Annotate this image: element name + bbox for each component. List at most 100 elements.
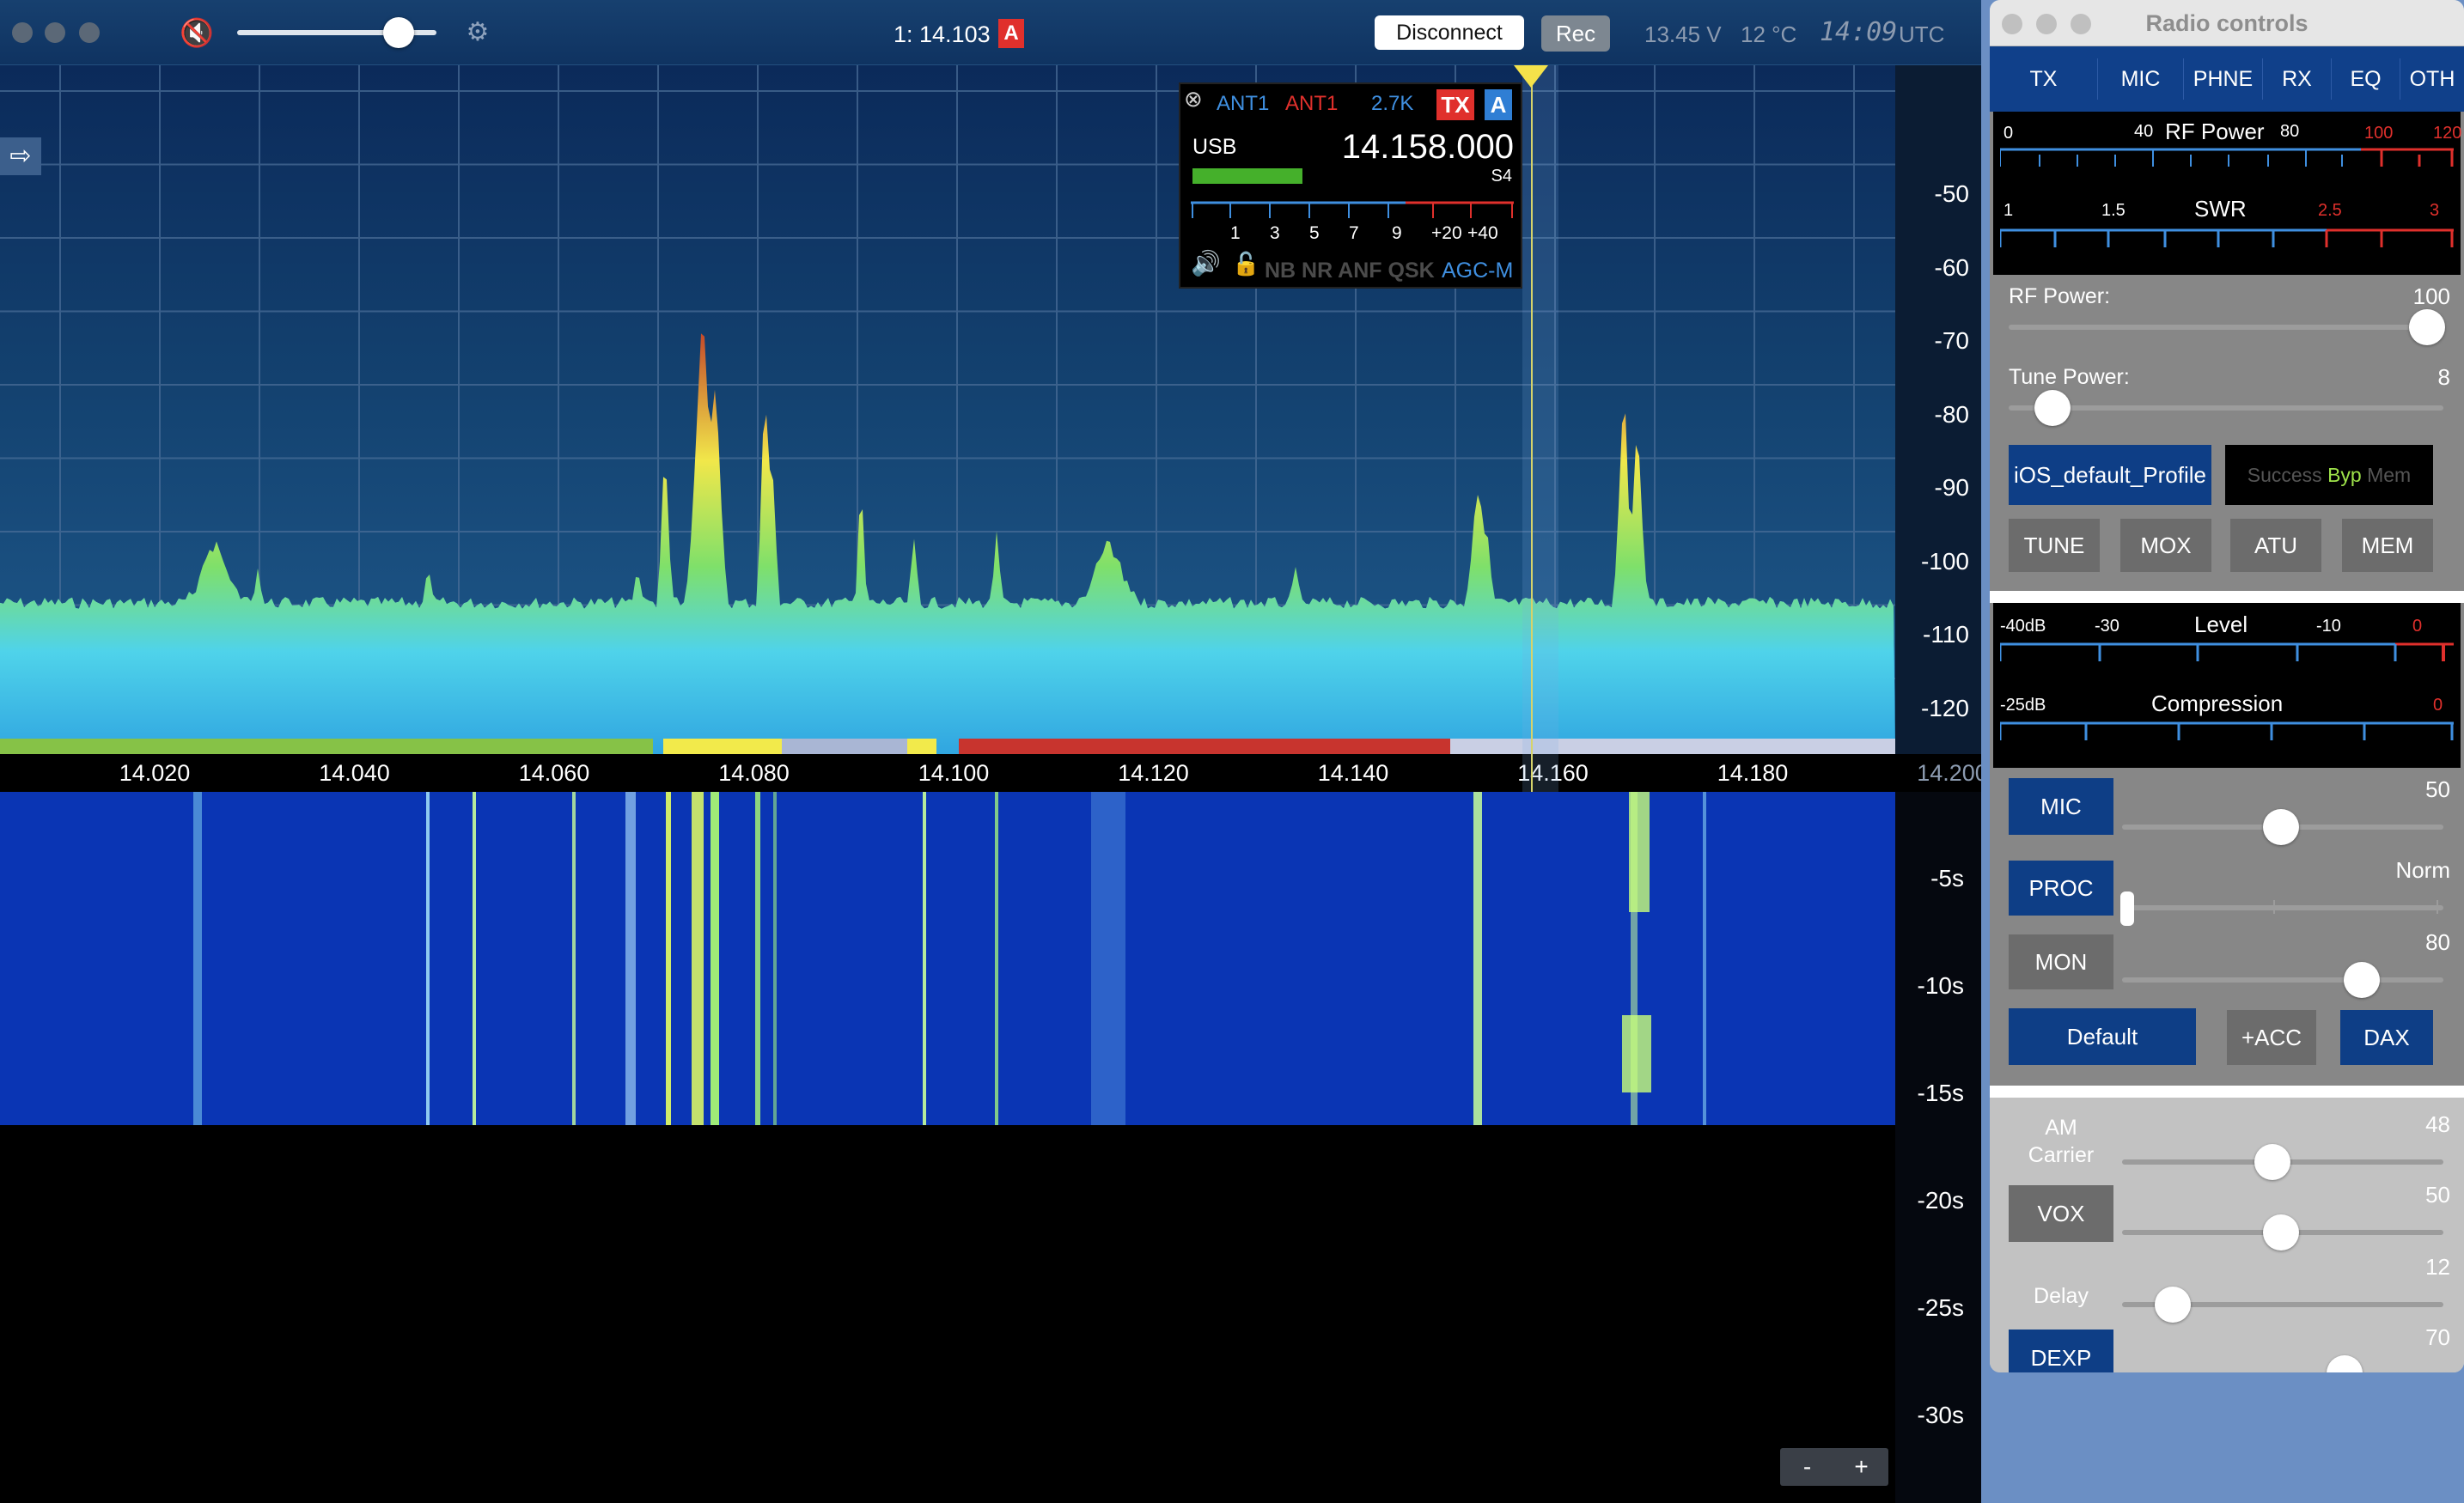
spectrum-graph (0, 65, 1895, 758)
frequency-label: 14.120 (1118, 760, 1189, 786)
mox-button[interactable]: MOX (2120, 519, 2211, 572)
rf-scale-100: 100 (2364, 124, 2394, 143)
rf-scale-120: 120 (2433, 124, 2462, 143)
waterfall-trace (995, 792, 998, 1125)
zoom-in-button[interactable]: + (1834, 1448, 1888, 1486)
voltage-readout: 13.45 V (1644, 21, 1722, 47)
rx-antenna[interactable]: ANT1 (1217, 91, 1269, 117)
tab-phne[interactable]: PHNE (2184, 58, 2263, 100)
rf-power-slider-track[interactable] (2009, 325, 2443, 330)
slice-frequency[interactable]: 14.158.000 (1335, 127, 1514, 167)
dexp-button[interactable]: DEXP (2009, 1330, 2113, 1372)
tune-power-slider-track[interactable] (2009, 405, 2443, 411)
frequency-axis[interactable]: 14.020 14.040 14.060 14.080 14.100 14.120 14.1… (0, 754, 1981, 792)
db-label: -70 (1934, 327, 1969, 354)
tx-badge[interactable]: TX (1436, 89, 1474, 120)
agc-mode[interactable]: AGC-M (1442, 258, 1513, 283)
tx-profile-button[interactable]: iOS_default_Profile (2009, 445, 2211, 505)
rf-power-meter-bar (2000, 148, 2454, 167)
proc-slider-knob[interactable] (2120, 891, 2134, 926)
tab-mic[interactable]: MIC (2098, 58, 2184, 100)
speaker-icon[interactable]: 🔊 (1191, 251, 1221, 277)
arrow-right-icon[interactable]: ⇨ (0, 137, 41, 175)
clock-timezone: UTC (1899, 21, 1945, 47)
level-scale-m40: -40dB (2000, 617, 2046, 636)
s-meter-label: 9 (1392, 223, 1402, 243)
volume-slider-knob[interactable] (383, 17, 414, 48)
acc-button[interactable]: +ACC (2227, 1010, 2316, 1065)
tune-power-label: Tune Power: (2009, 365, 2130, 389)
mute-icon[interactable]: 🔇 (177, 17, 217, 48)
s-meter-label: +40 (1467, 223, 1498, 243)
mic-gain-slider-knob[interactable] (2263, 809, 2299, 845)
tab-oth[interactable]: OTH (2400, 58, 2464, 100)
frequency-label: 14.180 (1717, 760, 1789, 786)
lock-icon[interactable]: 🔓 (1232, 251, 1259, 277)
minimize-window-button[interactable] (45, 22, 65, 43)
mon-slider-track[interactable] (2122, 977, 2443, 983)
mon-slider-knob[interactable] (2344, 962, 2380, 998)
rf-power-label: RF Power: (2009, 284, 2111, 308)
db-scale[interactable]: -50-60-70-80-90-100-110-120-130 (1895, 65, 1981, 794)
default-button[interactable]: Default (2009, 1008, 2196, 1065)
mode-label[interactable]: USB (1192, 134, 1236, 160)
time-label: -5s (1930, 865, 1964, 891)
tx-antenna[interactable]: ANT1 (1285, 91, 1338, 117)
compression-meter-title: Compression (2151, 691, 2284, 716)
tune-button[interactable]: TUNE (2009, 519, 2100, 572)
vox-button[interactable]: VOX (2009, 1185, 2113, 1242)
zoom-window-button[interactable] (79, 22, 100, 43)
band-segment (1450, 739, 1895, 754)
waterfall-trace (193, 792, 202, 1125)
rf-scale-40: 40 (2134, 122, 2154, 141)
waterfall[interactable] (0, 792, 1895, 1125)
atu-mem-text: Mem (2367, 464, 2412, 486)
proc-slider-track[interactable] (2122, 905, 2443, 910)
atu-button[interactable]: ATU (2230, 519, 2321, 572)
proc-button[interactable]: PROC (2009, 861, 2113, 916)
am-carrier-slider-knob[interactable] (2254, 1144, 2290, 1180)
swr-scale-1: 1 (2004, 201, 2014, 220)
filter-width[interactable]: 2.7K (1371, 91, 1413, 117)
band-segment (959, 739, 1450, 754)
record-button[interactable]: Rec (1541, 15, 1610, 52)
mem-button[interactable]: MEM (2342, 519, 2433, 572)
delay-slider-knob[interactable] (2155, 1287, 2191, 1323)
divider (1990, 1086, 2464, 1098)
tune-power-value: 8 (2437, 364, 2450, 390)
db-label: -80 (1934, 400, 1969, 428)
db-label: -60 (1934, 253, 1969, 281)
vox-slider-knob[interactable] (2263, 1214, 2299, 1250)
slice-filter-band[interactable] (1522, 65, 1558, 792)
tab-tx[interactable]: TX (1990, 58, 2098, 100)
close-slice-icon[interactable]: ⊗ (1184, 86, 1203, 112)
panadapter[interactable]: ⇨ (0, 65, 1895, 758)
swr-scale-1-5: 1.5 (2101, 201, 2126, 220)
slice-cursor-line[interactable] (1531, 65, 1533, 792)
radio-controls-tabs: TX MIC PHNE RX EQ OTH (1990, 46, 2464, 112)
rf-power-slider-knob[interactable] (2409, 309, 2445, 345)
waterfall-trace (666, 792, 671, 1125)
tab-rx[interactable]: RX (2263, 58, 2332, 100)
zoom-out-button[interactable]: - (1780, 1448, 1834, 1486)
mic-button[interactable]: MIC (2009, 778, 2113, 835)
dexp-slider-knob[interactable] (2327, 1355, 2363, 1372)
waterfall-trace (1091, 792, 1125, 1125)
swr-scale-2-5: 2.5 (2318, 201, 2342, 220)
frequency-label: 14.100 (918, 760, 990, 786)
s-meter-labels: 1 3 5 7 9 +20 +40 (1180, 223, 1524, 247)
am-carrier-label-1: AM (2045, 1116, 2077, 1140)
tx-meters: 0 40 RF Power 80 100 120 1 1.5 SWR 2.5 3 (1993, 112, 2461, 275)
tune-power-slider-knob[interactable] (2034, 390, 2071, 426)
disconnect-button[interactable]: Disconnect (1375, 15, 1524, 50)
close-window-button[interactable] (12, 22, 33, 43)
tab-eq[interactable]: EQ (2332, 58, 2400, 100)
frequency-label: 14.200 (1917, 760, 1981, 786)
gear-icon[interactable]: ⚙ (462, 15, 493, 50)
mon-button[interactable]: MON (2009, 934, 2113, 989)
dsp-flags[interactable]: NB NR ANF QSK (1265, 258, 1435, 283)
dax-button[interactable]: DAX (2340, 1010, 2433, 1065)
frequency-label: 14.080 (718, 760, 790, 786)
compression-meter-bar (2000, 721, 2454, 740)
atu-bypass-text: Byp (2327, 464, 2362, 486)
